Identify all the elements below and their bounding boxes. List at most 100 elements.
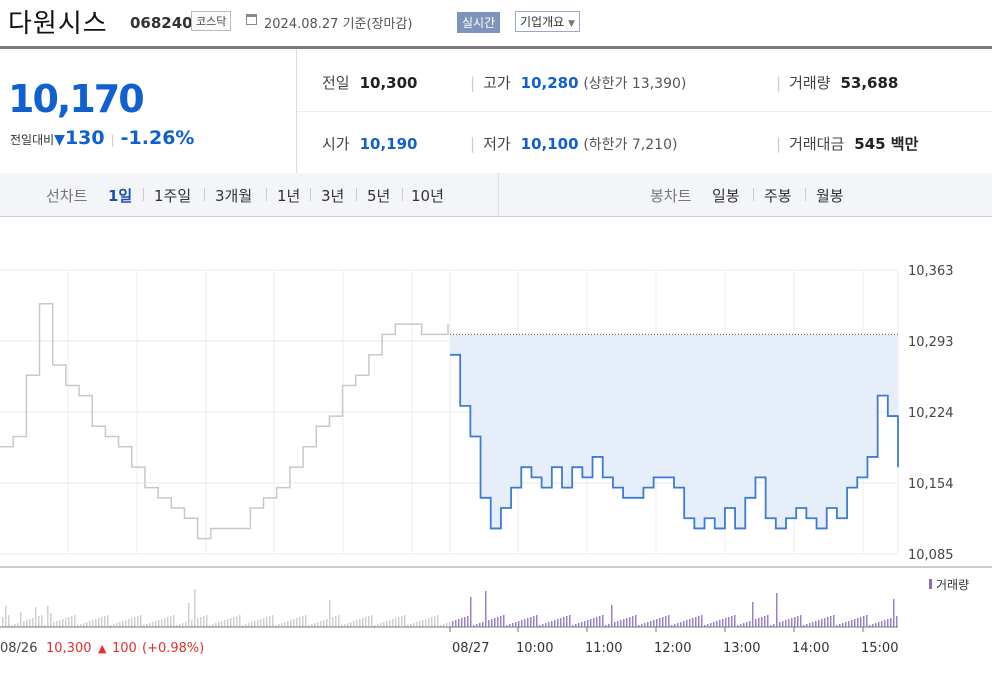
tab-3y[interactable]: 3년 bbox=[321, 185, 344, 206]
volume-bar bbox=[434, 616, 436, 627]
volume-bar bbox=[401, 616, 403, 627]
company-info-dropdown[interactable]: 기업개요 ▼ bbox=[515, 11, 580, 32]
volume-bar bbox=[491, 619, 493, 627]
tab-daily[interactable]: 일봉 bbox=[712, 185, 740, 206]
volume-legend-icon bbox=[929, 579, 932, 589]
separator bbox=[805, 188, 806, 201]
volume-bar bbox=[299, 617, 301, 627]
volume-bar bbox=[89, 621, 91, 627]
x-tick-label: 10:00 bbox=[516, 641, 553, 656]
volume-bar bbox=[347, 623, 349, 627]
separator bbox=[266, 188, 267, 201]
volume-bar bbox=[689, 619, 691, 627]
today-area-fill bbox=[450, 334, 898, 529]
volume-bar bbox=[581, 622, 583, 627]
price-chart[interactable]: 10,363 10,293 10,224 10,154 10,085 거래량 08/27… bbox=[0, 217, 992, 683]
volume-bar bbox=[557, 619, 559, 627]
volume-bar bbox=[866, 615, 868, 627]
volume-bar bbox=[863, 616, 865, 627]
tab-3m[interactable]: 3개월 bbox=[215, 185, 252, 206]
divider bbox=[297, 111, 992, 112]
volume-bar bbox=[635, 615, 637, 627]
volume-bar bbox=[620, 620, 622, 627]
change-row: 전일대비▼130 | -1.26% bbox=[10, 127, 194, 149]
tab-weekly[interactable]: 주봉 bbox=[764, 185, 792, 206]
volume-bar bbox=[650, 621, 652, 627]
volume-bar bbox=[227, 619, 229, 627]
volume-bar bbox=[353, 621, 355, 627]
volume-bar bbox=[389, 620, 391, 627]
tab-1w[interactable]: 1주일 bbox=[154, 185, 191, 206]
realtime-button[interactable]: 실시간 bbox=[457, 12, 501, 33]
volume-bar bbox=[230, 618, 232, 627]
separator: | bbox=[776, 74, 782, 92]
volume-bar bbox=[560, 618, 562, 627]
volume-bar bbox=[743, 623, 745, 627]
volume-bar bbox=[692, 618, 694, 627]
stat-value: 10,100 bbox=[520, 135, 579, 153]
volume-bar bbox=[617, 621, 619, 627]
volume-bar bbox=[431, 617, 433, 627]
tab-5y[interactable]: 5년 bbox=[367, 185, 390, 206]
volume-bar bbox=[629, 617, 631, 627]
stat-label: 고가 bbox=[483, 74, 511, 92]
volume-bar bbox=[197, 618, 199, 627]
volume-bar bbox=[104, 616, 106, 627]
volume-bar bbox=[488, 620, 490, 627]
volume-bar bbox=[239, 615, 241, 627]
volume-bar bbox=[623, 619, 625, 627]
separator bbox=[310, 188, 311, 201]
volume-bar bbox=[530, 617, 532, 627]
prev-day-change: 100 bbox=[112, 641, 137, 656]
volume-bar bbox=[254, 621, 256, 627]
volume-bar bbox=[257, 620, 259, 627]
volume-bar bbox=[854, 619, 856, 627]
volume-bar bbox=[266, 617, 268, 627]
separator bbox=[356, 188, 357, 201]
volume-bar bbox=[710, 623, 712, 627]
volume-bar bbox=[665, 616, 667, 627]
volume-bar bbox=[827, 617, 829, 627]
stat-trade-value: | 거래대금 545 백만 bbox=[776, 133, 918, 154]
volume-bar bbox=[416, 622, 418, 627]
volume-bar bbox=[170, 616, 172, 627]
volume-bar bbox=[881, 621, 883, 627]
volume-bar bbox=[263, 618, 265, 627]
x-tick-label: 15:00 bbox=[861, 641, 898, 656]
volume-bar bbox=[302, 616, 304, 627]
volume-bar bbox=[857, 618, 859, 627]
volume-bar bbox=[134, 617, 136, 627]
y-tick-label: 10,293 bbox=[908, 335, 954, 350]
volume-bar bbox=[101, 617, 103, 627]
stat-value: 53,688 bbox=[840, 74, 899, 92]
volume-bar bbox=[719, 620, 721, 627]
tab-10y[interactable]: 10년 bbox=[411, 185, 444, 206]
volume-bar bbox=[698, 616, 700, 627]
volume-bar bbox=[329, 600, 331, 627]
volume-bar bbox=[482, 622, 484, 627]
volume-bar bbox=[167, 617, 169, 627]
volume-bar bbox=[644, 623, 646, 627]
volume-bar bbox=[356, 620, 358, 627]
volume-bar bbox=[26, 620, 28, 627]
tab-1y[interactable]: 1년 bbox=[277, 185, 300, 206]
volume-bar bbox=[269, 616, 271, 627]
volume-bar bbox=[584, 621, 586, 627]
volume-bar bbox=[131, 618, 133, 627]
volume-bar bbox=[68, 617, 70, 627]
volume-bar bbox=[194, 589, 196, 627]
volume-bar bbox=[461, 618, 463, 627]
upper-limit: (상한가 13,390) bbox=[583, 76, 687, 92]
separator bbox=[143, 188, 144, 201]
tab-monthly[interactable]: 월봉 bbox=[816, 185, 844, 206]
volume-bar bbox=[305, 615, 307, 627]
volume-bar bbox=[338, 615, 340, 627]
volume-bar bbox=[554, 620, 556, 627]
volume-bar bbox=[548, 622, 550, 627]
volume-bar bbox=[458, 619, 460, 627]
volume-bar bbox=[290, 620, 292, 627]
tab-1d[interactable]: 1일 bbox=[108, 185, 132, 206]
volume-bar bbox=[518, 621, 520, 627]
chevron-down-icon: ▼ bbox=[568, 19, 575, 29]
volume-bar bbox=[380, 623, 382, 627]
